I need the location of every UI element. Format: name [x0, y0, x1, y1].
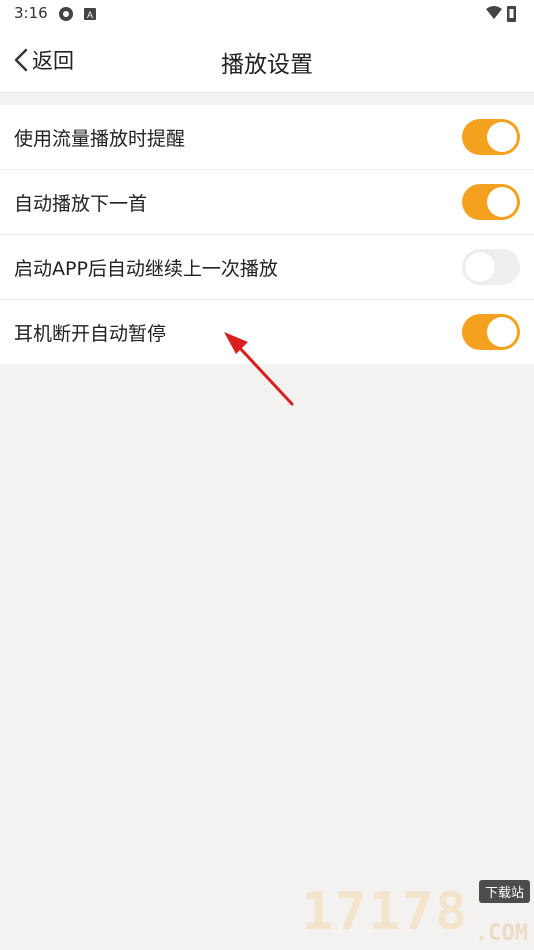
watermark-badge: 下载站 [478, 880, 530, 903]
watermark-number: 17178 [302, 882, 469, 942]
watermark-domain: .COM [475, 921, 528, 946]
watermark: 17178 下载站 .COM [302, 878, 532, 948]
annotation-arrow-icon [224, 332, 294, 406]
